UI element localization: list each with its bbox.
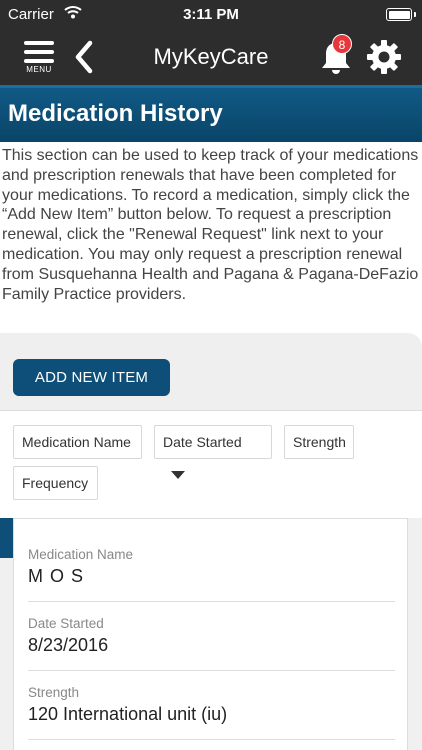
- action-panel: ADD NEW ITEM: [0, 333, 422, 410]
- page-title: Medication History: [8, 100, 223, 127]
- sort-date-started[interactable]: Date Started: [154, 425, 272, 480]
- medication-name-field: Medication Name M O S: [28, 547, 395, 587]
- divider: [28, 739, 395, 740]
- nav-bar: MENU MyKeyCare 8: [0, 30, 422, 85]
- divider: [28, 601, 395, 602]
- sort-bar: Medication Name Date Started Strength Fr…: [0, 410, 422, 518]
- sort-medication-name[interactable]: Medication Name: [13, 425, 142, 459]
- selected-indicator: [0, 518, 13, 558]
- sort-label: Date Started: [163, 434, 242, 450]
- sort-strength[interactable]: Strength: [284, 425, 354, 459]
- medication-card[interactable]: Medication Name M O S Date Started 8/23/…: [13, 518, 408, 750]
- field-value: 120 International unit (iu): [28, 704, 228, 724]
- field-label: Date Started: [28, 616, 104, 631]
- app-title: MyKeyCare: [153, 44, 269, 69]
- intro-text: This section can be used to keep track o…: [2, 147, 419, 303]
- date-started-field: Date Started 8/23/2016: [28, 616, 395, 656]
- field-value: 8/23/2016: [28, 635, 109, 655]
- field-label: Strength: [28, 685, 80, 700]
- notification-badge: 8: [332, 34, 352, 54]
- divider: [28, 670, 395, 671]
- sort-label: Strength: [293, 434, 346, 450]
- strength-field: Strength 120 International unit (iu): [28, 685, 395, 725]
- sort-frequency[interactable]: Frequency: [13, 466, 98, 500]
- medication-list: Medication Name M O S Date Started 8/23/…: [0, 518, 422, 750]
- gear-icon[interactable]: [366, 39, 402, 75]
- field-value: M O S: [28, 566, 85, 586]
- sort-descending-icon: [171, 471, 185, 480]
- clock-time: 3:11 PM: [183, 6, 239, 23]
- sort-label: Frequency: [22, 475, 89, 491]
- battery-icon: [386, 8, 416, 21]
- add-new-item-button[interactable]: ADD NEW ITEM: [13, 359, 170, 396]
- status-bar: Carrier 3:11 PM: [0, 0, 422, 30]
- field-label: Medication Name: [28, 547, 134, 562]
- sort-label: Medication Name: [22, 434, 131, 450]
- page-header: Medication History: [0, 85, 422, 142]
